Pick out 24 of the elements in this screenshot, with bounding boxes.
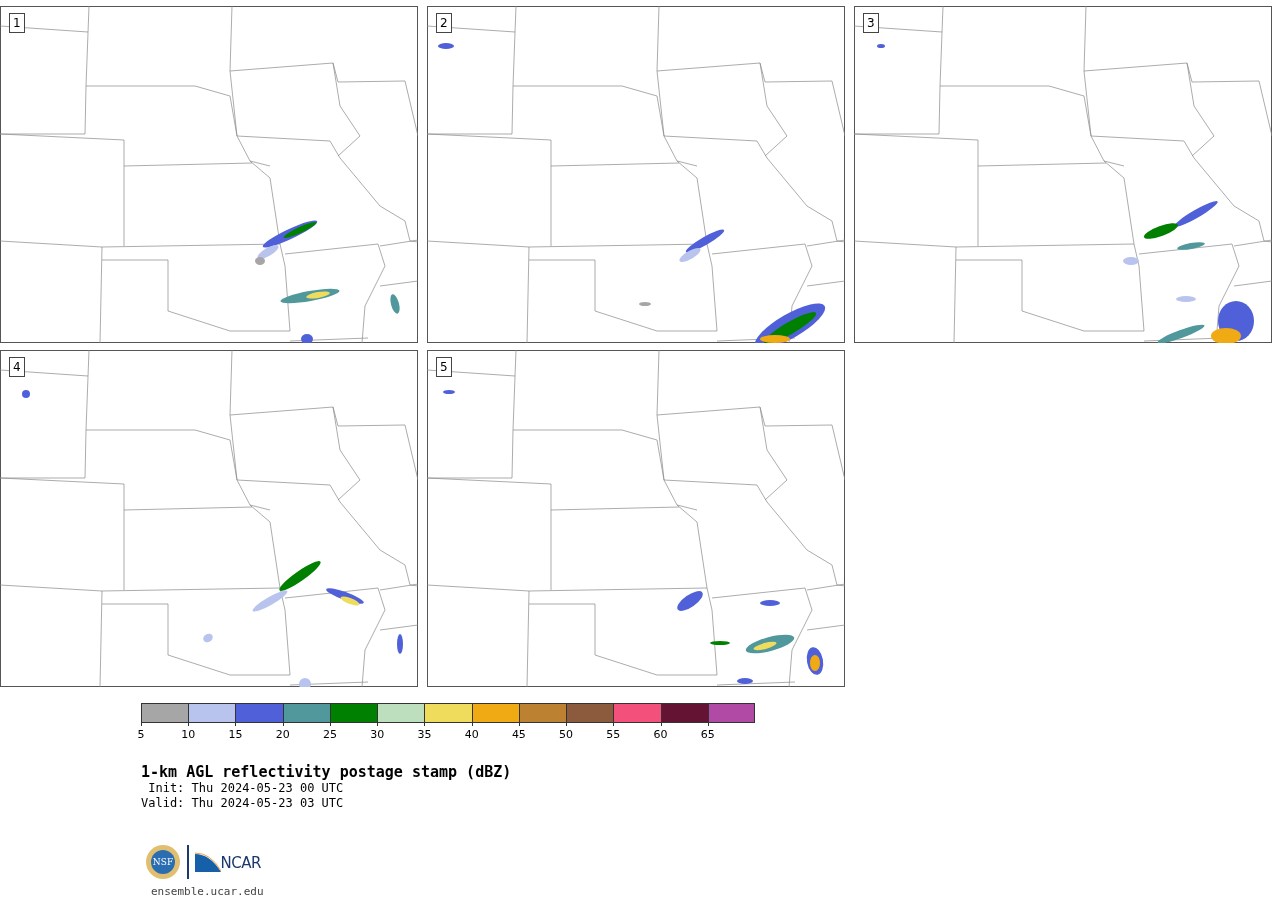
panel-number: 1 bbox=[9, 13, 25, 33]
colorbar-tick-label: 25 bbox=[322, 728, 337, 741]
panel-number: 5 bbox=[436, 357, 452, 377]
colorbar-tick-label: 60 bbox=[653, 728, 668, 741]
panel-number: 4 bbox=[9, 357, 25, 377]
valid-time: Valid: Thu 2024-05-23 03 UTC bbox=[141, 796, 344, 811]
ncar-logo: NCAR bbox=[194, 852, 261, 872]
colorbar-tick-label: 30 bbox=[370, 728, 385, 741]
colorbar-tick-label: 65 bbox=[700, 728, 715, 741]
nsf-seal-logo: NSF bbox=[145, 844, 181, 880]
colorbar-tick-label: 40 bbox=[464, 728, 479, 741]
colorbar-tick-label: 50 bbox=[559, 728, 574, 741]
colorbar-tick-label: 15 bbox=[228, 728, 243, 741]
colorbar-tick-label: 20 bbox=[275, 728, 290, 741]
colorbar-tick-label: 35 bbox=[417, 728, 432, 741]
panel-number: 3 bbox=[863, 13, 879, 33]
chart-title: 1-km AGL reflectivity postage stamp (dBZ) bbox=[141, 764, 512, 781]
colorbar-tick-label: 45 bbox=[511, 728, 526, 741]
colorbar-tick-label: 55 bbox=[606, 728, 621, 741]
init-time: Init: Thu 2024-05-23 00 UTC bbox=[147, 781, 344, 796]
panel-number: 2 bbox=[436, 13, 452, 33]
colorbar-tick-label: 10 bbox=[181, 728, 196, 741]
website-link[interactable]: ensemble.ucar.edu bbox=[151, 885, 264, 898]
colorbar-tick-label: 5 bbox=[137, 728, 145, 741]
